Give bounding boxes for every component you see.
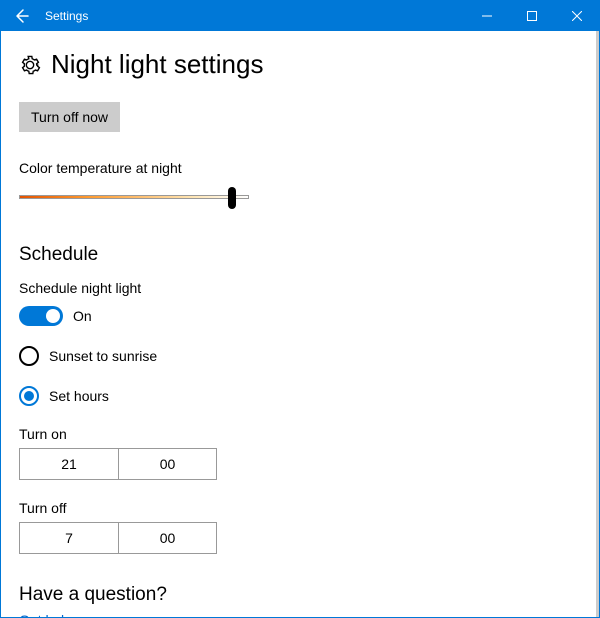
- radio-set-hours[interactable]: Set hours: [19, 386, 581, 406]
- close-button[interactable]: [554, 1, 599, 31]
- gear-icon: [19, 54, 41, 76]
- window-title: Settings: [41, 1, 88, 31]
- arrow-left-icon: [13, 8, 29, 24]
- turn-on-hour[interactable]: 21: [20, 449, 118, 479]
- titlebar: Settings: [1, 1, 599, 31]
- settings-window: Settings Night light settings Turn off n…: [0, 0, 600, 618]
- get-help-link[interactable]: Get help: [19, 612, 581, 617]
- close-icon: [572, 11, 582, 21]
- content-area: Night light settings Turn off now Color …: [1, 31, 599, 617]
- minimize-icon: [482, 11, 492, 21]
- turn-on-label: Turn on: [19, 426, 581, 442]
- toggle-knob: [46, 309, 60, 323]
- radio-icon-selected: [19, 386, 39, 406]
- turn-off-hour[interactable]: 7: [20, 523, 118, 553]
- radio-dot-icon: [24, 391, 34, 401]
- color-temp-slider[interactable]: [19, 186, 249, 208]
- minimize-button[interactable]: [464, 1, 509, 31]
- turn-on-time-picker[interactable]: 21 00: [19, 448, 217, 480]
- turn-off-label: Turn off: [19, 500, 581, 516]
- maximize-icon: [527, 11, 537, 21]
- radio-sunset-sunrise[interactable]: Sunset to sunrise: [19, 346, 581, 366]
- turn-off-time-picker[interactable]: 7 00: [19, 522, 217, 554]
- turn-off-minute[interactable]: 00: [118, 523, 216, 553]
- schedule-toggle[interactable]: [19, 306, 63, 326]
- schedule-heading: Schedule: [19, 244, 581, 266]
- help-heading: Have a question?: [19, 584, 581, 606]
- color-temp-label: Color temperature at night: [19, 160, 581, 176]
- scrollbar[interactable]: [596, 31, 599, 617]
- turn-off-now-button[interactable]: Turn off now: [19, 102, 120, 132]
- turn-on-minute[interactable]: 00: [118, 449, 216, 479]
- radio-label-sunset: Sunset to sunrise: [49, 348, 157, 364]
- back-button[interactable]: [1, 1, 41, 31]
- maximize-button[interactable]: [509, 1, 554, 31]
- schedule-toggle-label: Schedule night light: [19, 280, 581, 296]
- radio-label-set-hours: Set hours: [49, 388, 109, 404]
- slider-thumb[interactable]: [228, 187, 236, 209]
- toggle-state-label: On: [73, 308, 92, 324]
- slider-track: [19, 195, 249, 199]
- radio-icon: [19, 346, 39, 366]
- page-title: Night light settings: [51, 49, 263, 80]
- page-heading: Night light settings: [19, 49, 581, 80]
